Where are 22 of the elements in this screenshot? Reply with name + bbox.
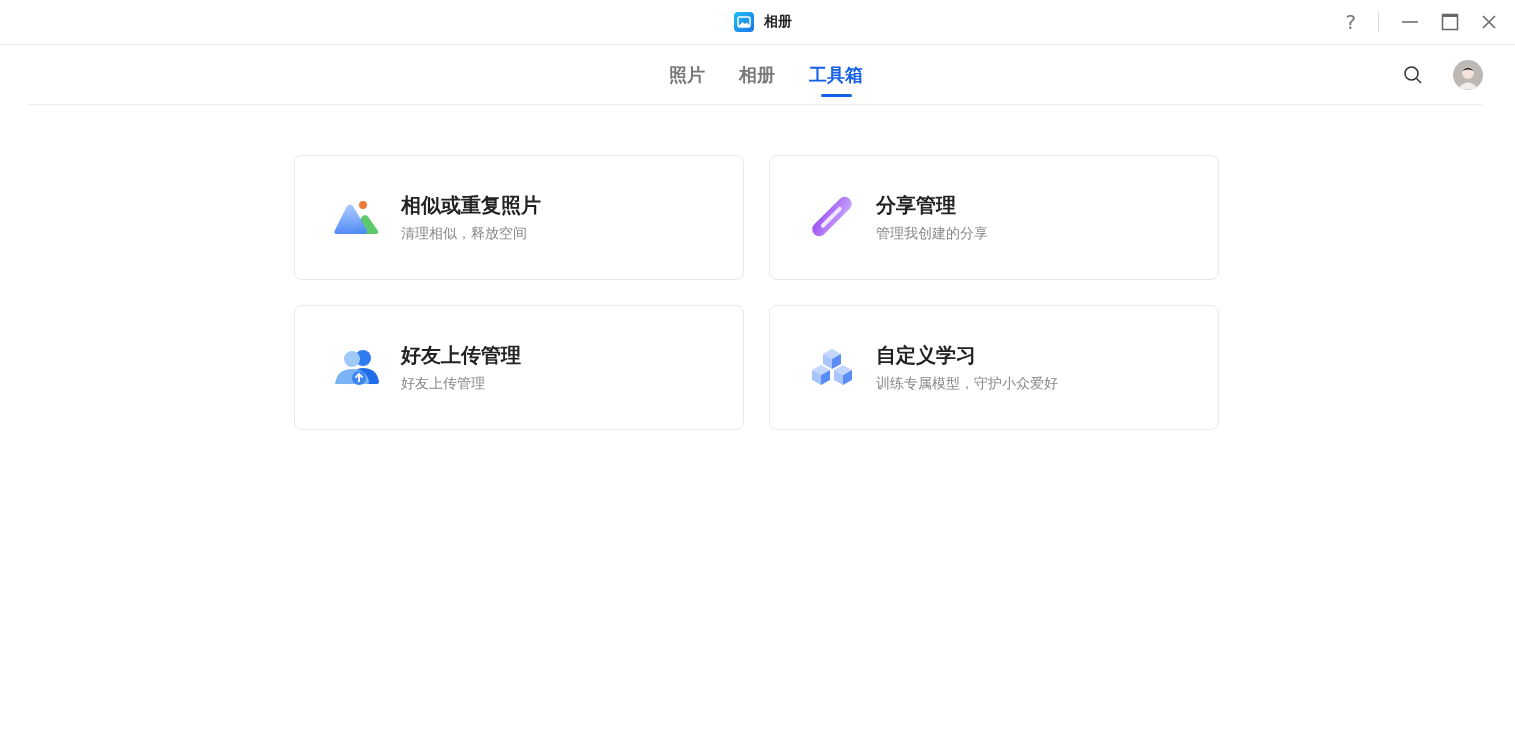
- maximize-icon[interactable]: [1441, 13, 1459, 31]
- tool-description: 好友上传管理: [401, 375, 486, 393]
- help-button[interactable]: ?: [1345, 12, 1356, 32]
- tool-description: 清理相似，释放空间: [401, 225, 528, 243]
- window-title: 相册: [763, 13, 792, 31]
- close-icon[interactable]: [1481, 14, 1497, 30]
- tool-title: 相似或重复照片: [401, 192, 541, 219]
- tool-title: 好友上传管理: [401, 342, 521, 369]
- tool-card[interactable]: 好友上传管理 好友上传管理: [294, 305, 744, 430]
- gallery-app-icon: [733, 12, 754, 32]
- tool-description: 训练专属模型，守护小众爱好: [876, 375, 1058, 393]
- nav-tab[interactable]: 照片: [668, 52, 705, 97]
- tool-title: 自定义学习: [876, 342, 977, 369]
- search-icon[interactable]: [1403, 64, 1423, 85]
- nav-tab[interactable]: 相册: [738, 52, 775, 97]
- nav-tab[interactable]: 工具箱: [808, 52, 863, 97]
- tool-card[interactable]: 自定义学习 训练专属模型，守护小众爱好: [769, 305, 1219, 430]
- users-upload-icon: [333, 347, 381, 388]
- tool-card[interactable]: 分享管理 管理我创建的分享: [769, 155, 1219, 280]
- tool-description: 管理我创建的分享: [876, 225, 988, 243]
- tool-card[interactable]: 相似或重复照片 清理相似，释放空间: [294, 155, 744, 280]
- tool-title: 分享管理: [876, 192, 957, 219]
